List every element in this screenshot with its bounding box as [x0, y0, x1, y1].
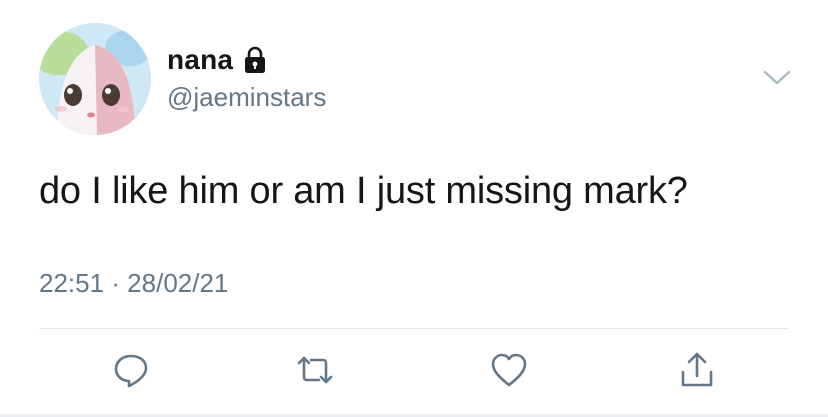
chevron-down-icon	[763, 70, 791, 85]
share-button[interactable]	[672, 345, 722, 395]
name-row: nana	[167, 40, 267, 80]
heart-icon	[491, 353, 527, 387]
tweet-timestamp[interactable]: 22:51 · 28/02/21	[39, 268, 228, 299]
reply-button[interactable]	[106, 345, 156, 395]
tweet-menu-button[interactable]	[760, 62, 794, 92]
tweet-text: do I like him or am I just missing mark?	[39, 170, 688, 212]
user-handle[interactable]: @jaeminstars	[167, 82, 326, 113]
lock-icon	[243, 46, 267, 74]
reply-icon	[114, 354, 148, 388]
avatar-image	[39, 23, 151, 135]
share-icon	[681, 352, 713, 387]
divider	[39, 328, 789, 329]
display-name[interactable]: nana	[167, 44, 233, 76]
avatar[interactable]	[39, 23, 151, 135]
action-bar	[0, 345, 828, 395]
like-button[interactable]	[484, 345, 534, 395]
tweet-card: nana @jaeminstars do I like him or am I …	[0, 0, 828, 417]
retweet-icon	[297, 356, 333, 384]
retweet-button[interactable]	[290, 345, 340, 395]
